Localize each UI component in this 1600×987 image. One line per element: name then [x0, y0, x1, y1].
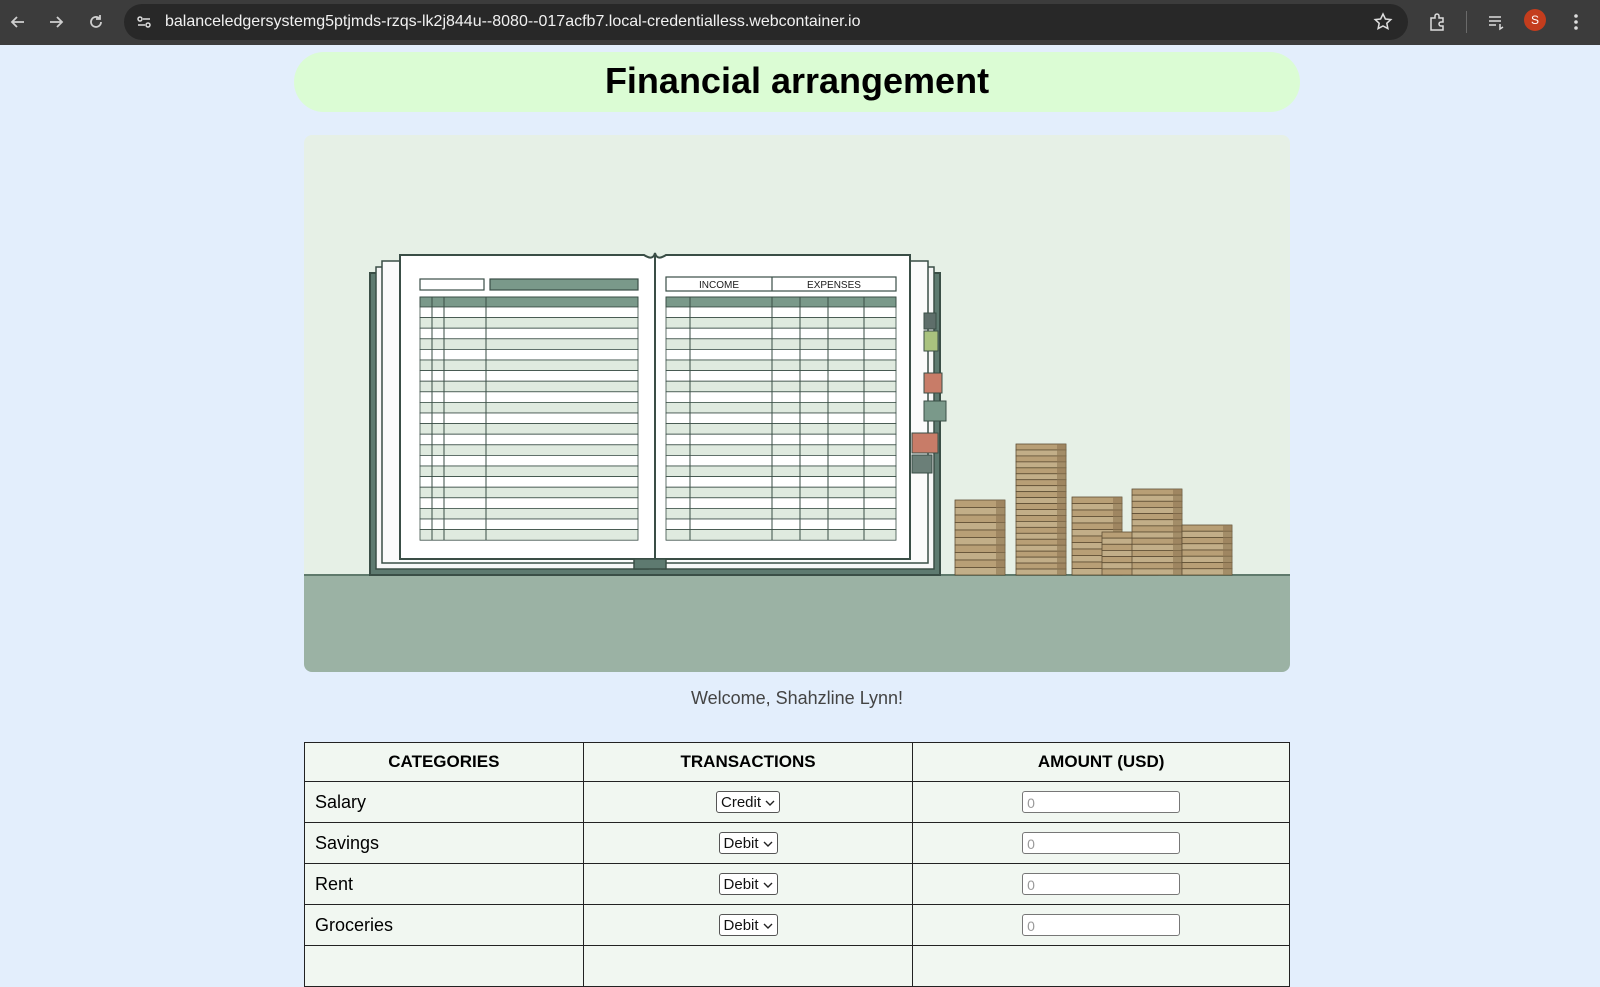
table-row [304, 945, 1290, 987]
address-bar[interactable]: balanceledgersystemg5ptjmds-rzqs-lk2j844… [124, 4, 1408, 40]
transaction-select[interactable]: Credit [716, 791, 781, 813]
reading-list-icon[interactable] [1482, 8, 1510, 36]
header-categories: CATEGORIES [304, 742, 584, 782]
table-row: Salary Credit 0 [304, 781, 1290, 823]
category-cell: Rent [304, 863, 584, 905]
page-title: Financial arrangement [604, 60, 990, 101]
transaction-value: Credit [721, 793, 762, 811]
chevron-down-icon [763, 917, 773, 934]
amount-input[interactable]: 0 [1022, 914, 1181, 936]
ledger-book-icon: INCOME EXPENSES [369, 252, 947, 576]
table-row: Savings Debit 0 [304, 822, 1290, 864]
header-transactions: TRANSACTIONS [582, 742, 914, 782]
extensions-icon[interactable] [1423, 8, 1451, 36]
profile-avatar[interactable]: S [1524, 9, 1546, 31]
category-cell: Salary [304, 781, 584, 823]
header-amount: AMOUNT (USD) [912, 742, 1290, 782]
site-settings-icon[interactable] [134, 12, 154, 32]
reload-icon[interactable] [82, 8, 110, 36]
transaction-select[interactable]: Debit [718, 873, 778, 895]
income-label: INCOME [699, 280, 739, 291]
title-banner: Financial arrangement [294, 52, 1300, 112]
category-cell: Groceries [304, 904, 584, 946]
desk-surface [304, 575, 1290, 672]
transaction-value: Debit [723, 834, 759, 852]
ledger-table: CATEGORIES TRANSACTIONS AMOUNT (USD) Sal… [304, 742, 1290, 987]
table-row: Rent Debit 0 [304, 863, 1290, 905]
menu-icon[interactable] [1562, 8, 1590, 36]
forward-arrow-icon[interactable] [42, 8, 70, 36]
transaction-select[interactable]: Debit [718, 832, 778, 854]
amount-input[interactable]: 0 [1022, 832, 1181, 854]
url-text[interactable]: balanceledgersystemg5ptjmds-rzqs-lk2j844… [165, 13, 860, 31]
back-arrow-icon[interactable] [4, 8, 32, 36]
amount-input[interactable]: 0 [1022, 791, 1181, 813]
chevron-down-icon [763, 876, 773, 893]
transaction-value: Debit [723, 916, 759, 934]
expenses-label: EXPENSES [807, 280, 861, 291]
bookmark-star-icon[interactable] [1372, 11, 1394, 33]
browser-toolbar: balanceledgersystemg5ptjmds-rzqs-lk2j844… [0, 0, 1600, 45]
chevron-down-icon [765, 794, 775, 811]
chevron-down-icon [763, 835, 773, 852]
table-row: Groceries Debit 0 [304, 904, 1290, 946]
transaction-value: Debit [723, 875, 759, 893]
ledger-illustration: INCOME EXPENSES [304, 135, 1290, 672]
welcome-message: Welcome, Shahzline Lynn! [690, 688, 904, 708]
toolbar-divider [1466, 11, 1467, 33]
amount-input[interactable]: 0 [1022, 873, 1181, 895]
table-header-row: CATEGORIES TRANSACTIONS AMOUNT (USD) [304, 742, 1290, 782]
transaction-select[interactable]: Debit [718, 914, 778, 936]
category-cell: Savings [304, 822, 584, 864]
